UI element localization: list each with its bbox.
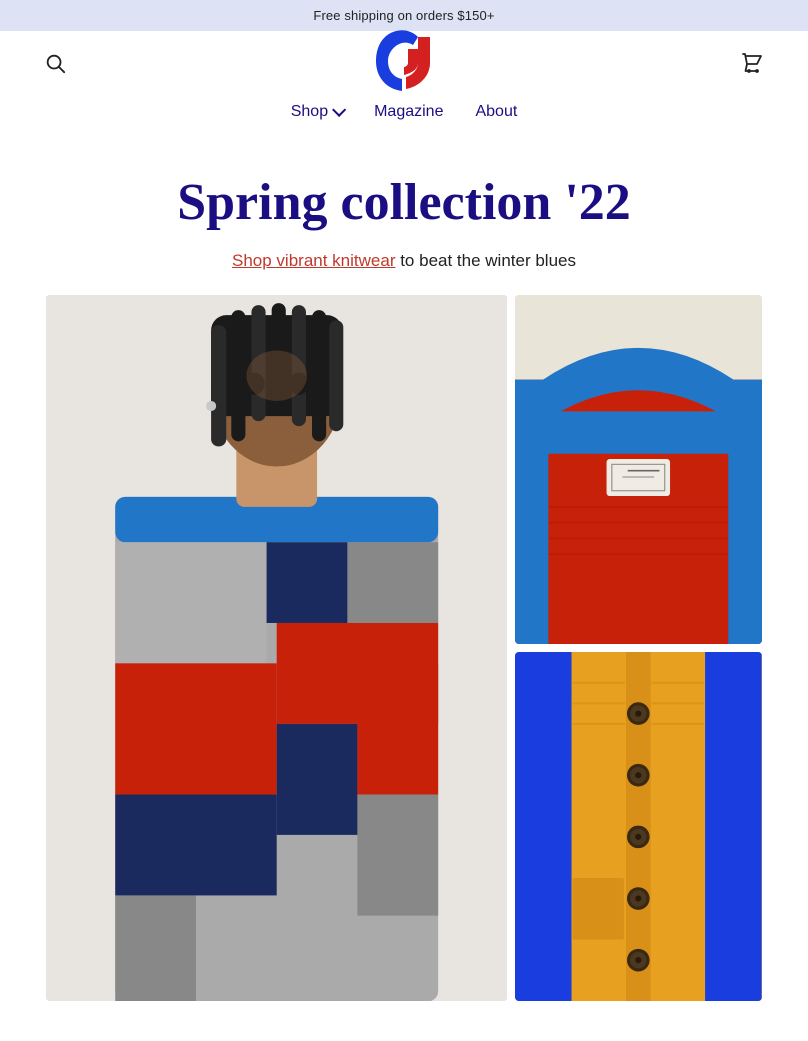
model-photo-svg xyxy=(46,295,507,1001)
site-logo[interactable] xyxy=(368,25,440,102)
cart-icon xyxy=(740,51,764,75)
hero-image-right-bottom[interactable] xyxy=(515,652,762,1001)
site-header xyxy=(0,31,808,95)
search-button[interactable] xyxy=(40,48,70,78)
hero-subtitle-link[interactable]: Shop vibrant knitwear xyxy=(232,251,395,270)
nav-shop-wrapper[interactable]: Shop xyxy=(291,103,342,121)
search-icon xyxy=(44,52,66,74)
hero-title: Spring collection '22 xyxy=(40,173,768,233)
nav-item-magazine[interactable]: Magazine xyxy=(374,103,443,121)
hero-image-right-top[interactable] xyxy=(515,295,762,644)
cardigan-detail-svg xyxy=(515,652,762,1001)
hero-images-right xyxy=(515,295,762,1001)
nav-item-shop[interactable]: Shop xyxy=(291,103,328,121)
image-grid xyxy=(0,295,808,1041)
cart-button[interactable] xyxy=(736,47,768,79)
main-nav: Shop Magazine About xyxy=(0,95,808,141)
hero-image-left[interactable] xyxy=(46,295,507,1001)
chevron-down-icon xyxy=(332,103,346,117)
logo-svg xyxy=(368,25,440,97)
hero-subtitle: Shop vibrant knitwear to beat the winter… xyxy=(40,251,768,271)
announcement-text: Free shipping on orders $150+ xyxy=(313,8,494,23)
knit-detail-top-svg xyxy=(515,295,762,644)
nav-item-about[interactable]: About xyxy=(475,103,517,121)
hero-section: Spring collection '22 Shop vibrant knitw… xyxy=(0,141,808,295)
hero-subtitle-text: to beat the winter blues xyxy=(395,251,576,270)
